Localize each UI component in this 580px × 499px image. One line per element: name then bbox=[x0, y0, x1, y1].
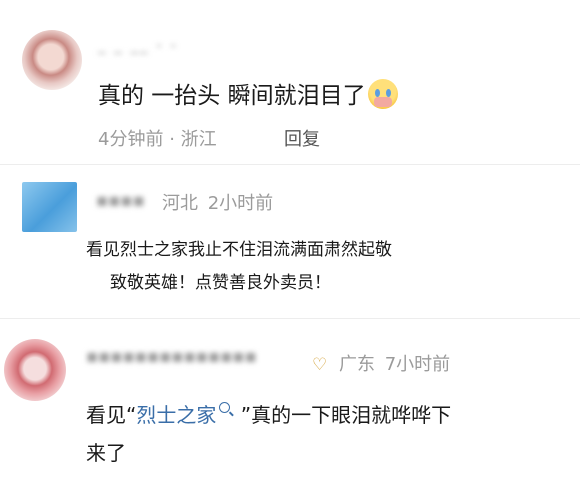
comment-meta: 4分钟前 · 浙江 bbox=[98, 125, 217, 151]
comment-text-line-2: 来了 bbox=[86, 441, 126, 465]
comment-location: 河北 bbox=[162, 193, 198, 214]
comment-text: 真的 一抬头 瞬间就泪目了 bbox=[98, 76, 398, 110]
comment-location: 广东 bbox=[338, 354, 375, 375]
heart-badge-icon: ♡ bbox=[312, 355, 328, 375]
meta-separator: · bbox=[169, 129, 175, 150]
username[interactable]: ▪▪▪▪ bbox=[96, 190, 145, 211]
comment-time: 7小时前 bbox=[384, 354, 451, 375]
comment-time: 4分钟前 bbox=[98, 129, 164, 150]
comment-text-line-1: 看见烈士之家我止不住泪流满面肃然起敬 bbox=[86, 240, 392, 260]
username[interactable]: _ _ __ - - bbox=[98, 36, 178, 54]
avatar[interactable] bbox=[22, 30, 82, 90]
comment-text-line-1: 看见“烈士之家 ”真的一下眼泪就哗哗下 bbox=[86, 399, 451, 428]
comment-meta: ♡ 广东 7小时前 bbox=[308, 350, 450, 376]
comment-text-suffix: ”真的一下眼泪就哗哗下 bbox=[234, 403, 452, 427]
username[interactable]: ▪▪▪▪▪▪▪▪▪▪▪▪▪▪ bbox=[86, 346, 257, 367]
comment-text-line-2: 致敬英雄！点赞善良外卖员！ bbox=[110, 273, 331, 293]
comment-item: _ _ __ - - 真的 一抬头 瞬间就泪目了 4分钟前 · 浙江 回复 bbox=[0, 0, 580, 160]
divider bbox=[0, 318, 580, 319]
search-icon[interactable] bbox=[219, 402, 231, 413]
comment-text-content: 真的 一抬头 瞬间就泪目了 bbox=[98, 83, 366, 109]
comment-location: 浙江 bbox=[180, 129, 217, 150]
topic-link[interactable]: 烈士之家 bbox=[136, 403, 216, 427]
comment-meta: 河北 2小时前 bbox=[162, 189, 273, 215]
avatar[interactable] bbox=[4, 339, 66, 401]
crying-face-emoji-icon bbox=[367, 79, 398, 109]
avatar[interactable] bbox=[22, 182, 77, 232]
reply-button[interactable]: 回复 bbox=[284, 125, 320, 151]
comment-time: 2小时前 bbox=[207, 193, 274, 214]
comment-text-prefix: 看见“ bbox=[86, 403, 137, 427]
